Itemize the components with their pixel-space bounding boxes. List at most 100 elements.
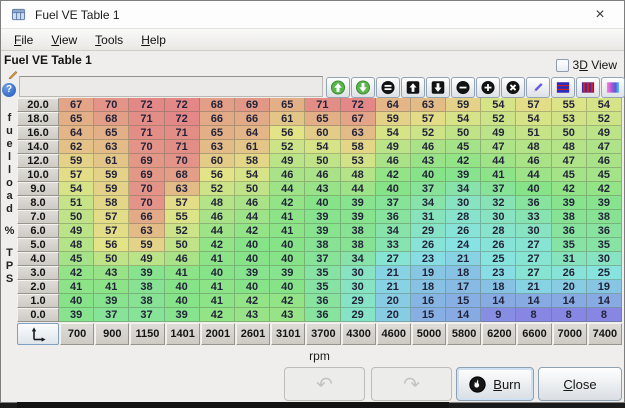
x-axis-label[interactable]: 4300 — [342, 323, 376, 345]
x-axis-label[interactable]: 900 — [95, 323, 129, 345]
ve-cell[interactable]: 28 — [446, 210, 481, 224]
ve-cell[interactable]: 42 — [376, 168, 411, 182]
ve-cell[interactable]: 15 — [446, 294, 481, 308]
ve-cell[interactable]: 43 — [235, 308, 270, 322]
ve-cell[interactable]: 58 — [341, 140, 376, 154]
ve-cell[interactable]: 40 — [411, 168, 446, 182]
ve-cell[interactable]: 29 — [411, 224, 446, 238]
ve-cell[interactable]: 40 — [270, 252, 305, 266]
ve-cell[interactable]: 32 — [481, 196, 516, 210]
ve-cell[interactable]: 43 — [411, 154, 446, 168]
ve-cell[interactable]: 39 — [552, 196, 587, 210]
x-axis-label[interactable]: 5800 — [447, 323, 481, 345]
y-axis-label[interactable]: 7.0 — [17, 210, 59, 224]
ve-cell[interactable]: 33 — [376, 238, 411, 252]
ve-cell[interactable]: 54 — [481, 98, 516, 112]
ve-cell[interactable]: 52 — [270, 140, 305, 154]
ve-cell[interactable]: 29 — [341, 308, 376, 322]
ve-cell[interactable]: 20 — [552, 280, 587, 294]
ve-cell[interactable]: 8 — [587, 308, 622, 322]
ve-cell[interactable]: 66 — [129, 210, 164, 224]
x-axis-label[interactable]: 700 — [60, 323, 94, 345]
ve-cell[interactable]: 40 — [270, 280, 305, 294]
ve-cell[interactable]: 46 — [516, 154, 551, 168]
ve-cell[interactable]: 41 — [270, 224, 305, 238]
ve-cell[interactable]: 35 — [552, 238, 587, 252]
ve-cell[interactable]: 45 — [552, 168, 587, 182]
ve-cell[interactable]: 63 — [129, 224, 164, 238]
ve-cell[interactable]: 71 — [129, 126, 164, 140]
heatmap-scale-button[interactable] — [601, 77, 625, 98]
ve-cell[interactable]: 27 — [516, 252, 551, 266]
ve-cell[interactable]: 18 — [481, 280, 516, 294]
ve-cell[interactable]: 71 — [165, 126, 200, 140]
ve-cell[interactable]: 40 — [235, 280, 270, 294]
ve-cell[interactable]: 30 — [481, 210, 516, 224]
ve-cell[interactable]: 36 — [305, 308, 340, 322]
ve-cell[interactable]: 57 — [94, 224, 129, 238]
ve-cell[interactable]: 66 — [200, 112, 235, 126]
ve-cell[interactable]: 38 — [129, 294, 164, 308]
close-button[interactable]: Close — [538, 367, 622, 401]
y-axis-label[interactable]: 18.0 — [17, 112, 59, 126]
ve-cell[interactable]: 39 — [94, 294, 129, 308]
ve-cell[interactable]: 68 — [165, 168, 200, 182]
ve-cell[interactable]: 30 — [341, 280, 376, 294]
ve-cell[interactable]: 54 — [59, 182, 94, 196]
ve-cell[interactable]: 40 — [235, 238, 270, 252]
ve-cell[interactable]: 68 — [200, 98, 235, 112]
y-axis-label[interactable]: 16.0 — [17, 126, 59, 140]
ve-cell[interactable]: 59 — [446, 98, 481, 112]
ve-cell[interactable]: 44 — [235, 210, 270, 224]
interpolate-columns-button[interactable] — [576, 77, 600, 98]
ve-cell[interactable]: 26 — [446, 224, 481, 238]
ve-cell[interactable]: 37 — [305, 252, 340, 266]
ve-cell[interactable]: 40 — [235, 252, 270, 266]
ve-cell[interactable]: 46 — [587, 154, 622, 168]
ve-cell[interactable]: 50 — [446, 126, 481, 140]
y-axis-label[interactable]: 5.0 — [17, 238, 59, 252]
help-icon[interactable]: ? — [2, 83, 16, 97]
view-3d-toggle[interactable]: 3D View — [556, 58, 618, 72]
ve-cell[interactable]: 61 — [270, 112, 305, 126]
x-axis-label[interactable]: 5000 — [412, 323, 446, 345]
ve-cell[interactable]: 59 — [94, 182, 129, 196]
x-axis-label[interactable]: 1150 — [130, 323, 164, 345]
ve-cell[interactable]: 46 — [411, 140, 446, 154]
ve-cell[interactable]: 40 — [59, 294, 94, 308]
ve-cell[interactable]: 57 — [165, 196, 200, 210]
ve-cell[interactable]: 34 — [411, 196, 446, 210]
ve-cell[interactable]: 49 — [587, 126, 622, 140]
ve-cell[interactable]: 42 — [446, 154, 481, 168]
ve-cell[interactable]: 20 — [376, 308, 411, 322]
ve-cell[interactable]: 63 — [411, 98, 446, 112]
ve-cell[interactable]: 39 — [270, 266, 305, 280]
ve-cell[interactable]: 47 — [481, 140, 516, 154]
ve-cell[interactable]: 29 — [341, 294, 376, 308]
ve-cell[interactable]: 57 — [516, 98, 551, 112]
ve-cell[interactable]: 46 — [376, 154, 411, 168]
ve-cell[interactable]: 42 — [552, 182, 587, 196]
x-axis-label[interactable]: 2601 — [236, 323, 270, 345]
ve-cell[interactable]: 19 — [411, 266, 446, 280]
ve-cell[interactable]: 69 — [129, 154, 164, 168]
ve-cell[interactable]: 36 — [516, 196, 551, 210]
ve-cell[interactable]: 69 — [129, 168, 164, 182]
ve-cell[interactable]: 30 — [587, 252, 622, 266]
ve-cell[interactable]: 50 — [305, 154, 340, 168]
x-axis-label[interactable]: 6200 — [482, 323, 516, 345]
ve-cell[interactable]: 26 — [481, 238, 516, 252]
ve-cell[interactable]: 16 — [411, 294, 446, 308]
ve-cell[interactable]: 49 — [376, 140, 411, 154]
ve-cell[interactable]: 41 — [481, 168, 516, 182]
ve-cell[interactable]: 18 — [446, 266, 481, 280]
ve-cell[interactable]: 35 — [587, 238, 622, 252]
ve-cell[interactable]: 44 — [481, 154, 516, 168]
ve-cell[interactable]: 14 — [481, 294, 516, 308]
ve-cell[interactable]: 23 — [481, 266, 516, 280]
ve-cell[interactable]: 50 — [165, 238, 200, 252]
ve-cell[interactable]: 44 — [341, 182, 376, 196]
ve-cell[interactable]: 41 — [165, 266, 200, 280]
ve-cell[interactable]: 55 — [552, 98, 587, 112]
ve-cell[interactable]: 72 — [165, 112, 200, 126]
